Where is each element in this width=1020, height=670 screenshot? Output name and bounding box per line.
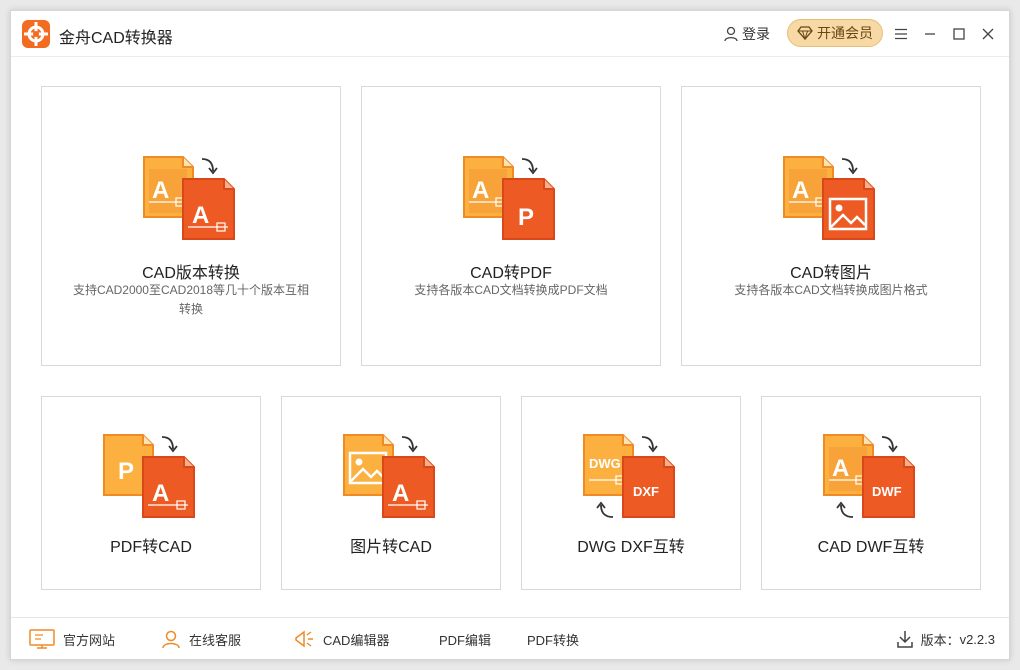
cad-dwf-convert-icon: A DWF — [823, 434, 915, 518]
close-icon — [982, 28, 994, 40]
card-cad-dwf-convert[interactable]: A DWF CAD DWF互转 — [761, 396, 981, 590]
login-button[interactable]: 登录 — [723, 23, 770, 45]
pdf-convert-label: PDF转换 — [527, 632, 580, 648]
card-description: 支持各版本CAD文档转换成图片格式 — [734, 283, 928, 297]
megaphone-icon — [295, 630, 313, 648]
svg-text:A: A — [832, 455, 849, 482]
pdf-editor-link[interactable]: PDF编辑 — [439, 618, 491, 660]
diamond-icon — [797, 26, 813, 40]
card-pdf-to-cad[interactable]: P A PDF转CAD — [41, 396, 261, 590]
app-title: 金舟CAD转换器 — [59, 30, 173, 47]
user-icon — [724, 26, 738, 42]
card-title: CAD版本转换 — [142, 265, 240, 282]
monitor-icon — [29, 629, 55, 649]
app-logo-icon — [22, 20, 50, 48]
card-title: DWG DXF互转 — [577, 539, 685, 556]
cad-editor-label: CAD编辑器 — [323, 632, 390, 648]
svg-text:A: A — [192, 202, 209, 229]
cad-editor-link[interactable]: CAD编辑器 — [293, 618, 389, 660]
login-label: 登录 — [742, 26, 770, 42]
close-button[interactable] — [977, 23, 999, 45]
card-cad-version-convert[interactable]: A A CAD版本转换 支持CAD2000至CAD2018等几十个版本互相转换 — [41, 86, 341, 366]
card-cad-to-image[interactable]: A CAD转图片 支持各版本CAD文档转换成图片格式 — [681, 86, 981, 366]
maximize-button[interactable] — [948, 23, 970, 45]
cad-to-image-icon: A — [783, 156, 875, 240]
card-image-to-cad[interactable]: A 图片转CAD — [281, 396, 501, 590]
minimize-icon — [925, 33, 935, 35]
footer-bar: 官方网站 在线客服 CAD编辑器 PDF编辑 PDF转换 版本： v2.2.3 — [11, 617, 1009, 659]
online-support-label: 在线客服 — [189, 632, 242, 648]
title-bar: 金舟CAD转换器 登录 开通会员 — [11, 11, 1009, 57]
pdf-convert-link[interactable]: PDF转换 — [527, 618, 579, 660]
version-info[interactable]: 版本： v2.2.3 — [896, 618, 995, 660]
svg-text:A: A — [792, 177, 809, 204]
card-title: 图片转CAD — [350, 539, 432, 556]
svg-text:A: A — [152, 177, 169, 204]
card-title: CAD转图片 — [790, 265, 872, 282]
menu-button[interactable] — [890, 23, 912, 45]
cad-to-pdf-icon: A P — [463, 156, 555, 240]
version-label: 版本： — [920, 632, 960, 648]
card-title: CAD转PDF — [470, 265, 552, 282]
app-window: 金舟CAD转换器 登录 开通会员 A A CAD版本转换 支持CAD2000至C… — [10, 10, 1010, 660]
card-description: 支持CAD2000至CAD2018等几十个版本互相转换 — [72, 283, 310, 316]
dwg-dxf-convert-icon: DWG DXF — [583, 434, 675, 518]
card-title: CAD DWF互转 — [817, 539, 925, 556]
svg-text:A: A — [472, 177, 489, 204]
download-icon — [896, 631, 913, 648]
svg-text:DXF: DXF — [633, 484, 659, 499]
vip-button[interactable]: 开通会员 — [787, 19, 883, 47]
svg-text:DWG: DWG — [589, 456, 621, 471]
maximize-icon — [953, 28, 965, 40]
official-website-label: 官方网站 — [63, 632, 116, 648]
card-dwg-dxf-convert[interactable]: DWG DXF DWG DXF互转 — [521, 396, 741, 590]
version-number: v2.2.3 — [959, 631, 995, 647]
card-title: PDF转CAD — [110, 539, 192, 556]
cad-version-convert-icon: A A — [143, 156, 235, 240]
pdf-editor-label: PDF编辑 — [439, 632, 492, 648]
svg-text:A: A — [152, 480, 169, 507]
card-description: 支持各版本CAD文档转换成PDF文档 — [414, 283, 608, 297]
svg-text:A: A — [392, 480, 409, 507]
pdf-to-cad-icon: P A — [103, 434, 195, 518]
official-website-link[interactable]: 官方网站 — [29, 618, 115, 660]
svg-text:P: P — [118, 458, 134, 485]
vip-label: 开通会员 — [817, 25, 873, 41]
feature-grid: A A CAD版本转换 支持CAD2000至CAD2018等几十个版本互相转换 … — [11, 57, 1009, 617]
hamburger-icon — [895, 28, 907, 40]
svg-text:DWF: DWF — [872, 484, 902, 499]
online-support-link[interactable]: 在线客服 — [161, 618, 241, 660]
minimize-button[interactable] — [919, 23, 941, 45]
support-user-icon — [162, 630, 180, 649]
card-cad-to-pdf[interactable]: A P CAD转PDF 支持各版本CAD文档转换成PDF文档 — [361, 86, 661, 366]
image-to-cad-icon: A — [343, 434, 435, 518]
svg-text:P: P — [518, 204, 534, 231]
